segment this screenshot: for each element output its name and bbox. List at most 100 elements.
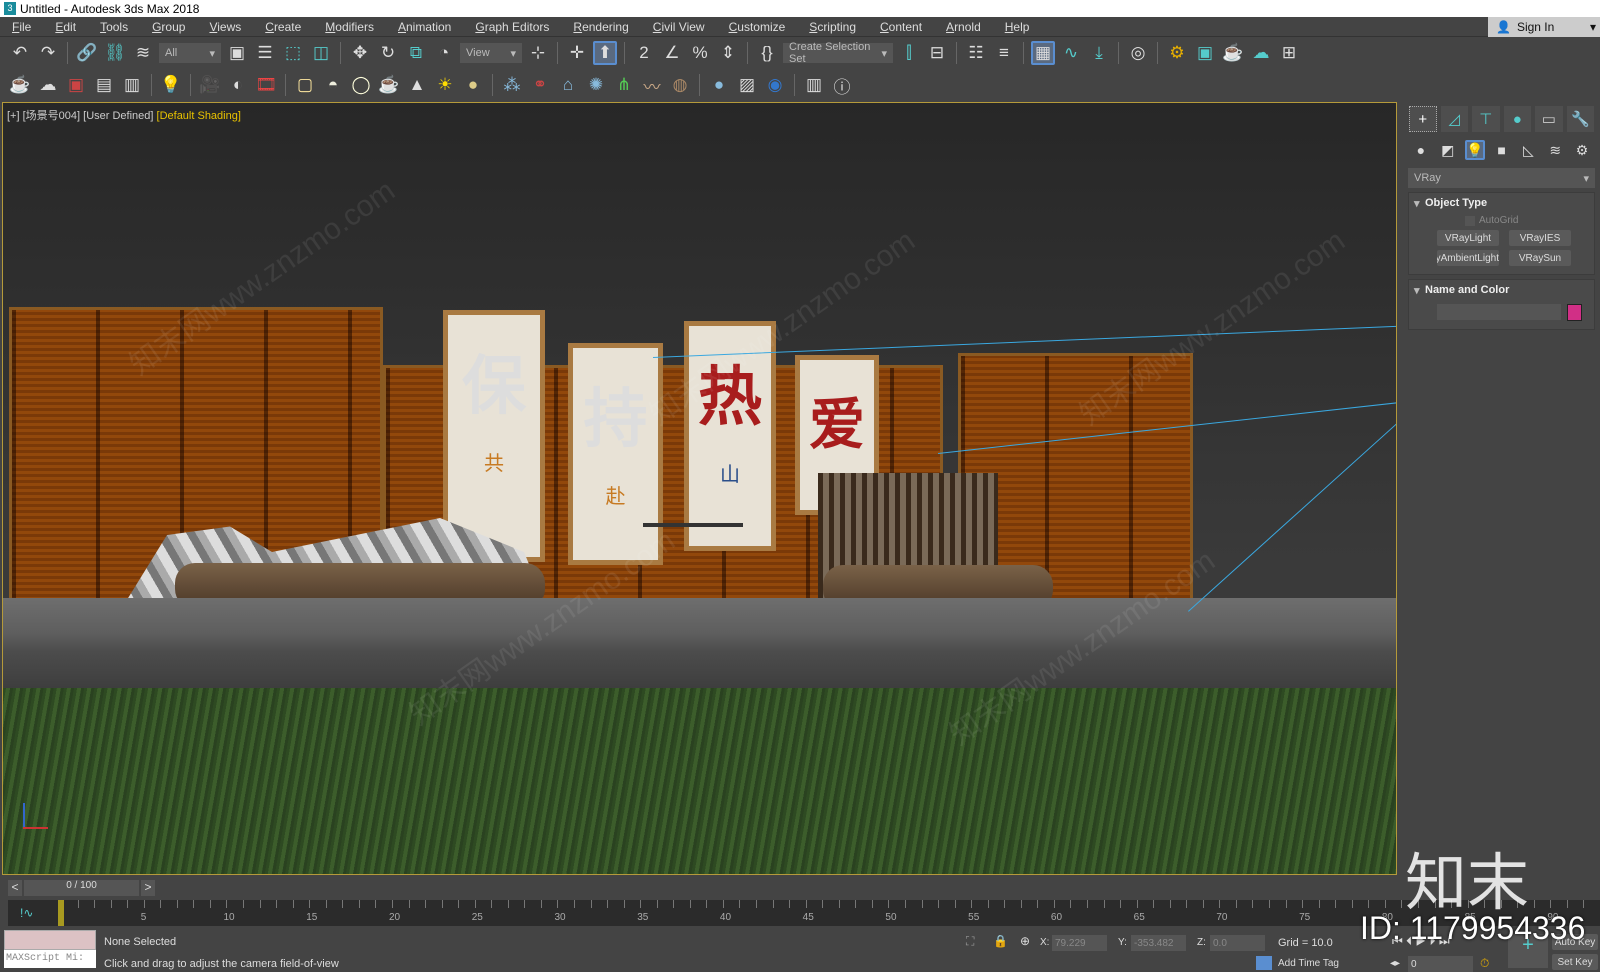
isolate-selection-icon[interactable]: ⛶ [966, 934, 974, 949]
vray-material-icon[interactable]: ● [707, 73, 731, 97]
menu-help[interactable]: Help [993, 20, 1042, 34]
render-setup-icon[interactable]: ⚙ [1165, 41, 1189, 65]
prev-frame-button[interactable]: < [8, 880, 22, 896]
motion-tab-icon[interactable]: ● [1503, 106, 1532, 132]
vray-proxy-icon[interactable]: ⁂ [500, 73, 524, 97]
add-time-tag-button[interactable]: Add Time Tag [1278, 958, 1339, 969]
vray-ies-icon[interactable]: ▲ [405, 73, 429, 97]
curve-editor-icon[interactable]: ∿ [1059, 41, 1083, 65]
vray-particle-icon[interactable]: ✺ [584, 73, 608, 97]
z-coordinate-field[interactable]: 0.0 [1210, 935, 1265, 951]
time-slider[interactable]: < 0 / 100 > [8, 880, 1398, 896]
geometry-icon[interactable]: ● [1411, 140, 1431, 160]
object-name-input[interactable] [1437, 304, 1561, 320]
list-panel-icon[interactable]: ▤ [92, 73, 116, 97]
redo-icon[interactable]: ↷ [36, 41, 60, 65]
vray-grass-icon[interactable]: ⋔ [612, 73, 636, 97]
cameras-icon[interactable]: ■ [1492, 140, 1512, 160]
keyboard-shortcut-override-icon[interactable]: ⬆ [593, 41, 617, 65]
vray-decal-icon[interactable]: ◍ [668, 73, 692, 97]
vrayambientlight-button[interactable]: VRayAmbientLight [1437, 250, 1499, 266]
menu-graph-editors[interactable]: Graph Editors [463, 20, 561, 34]
menu-modifiers[interactable]: Modifiers [313, 20, 386, 34]
time-tag-icon[interactable] [1256, 956, 1272, 970]
named-selection-set-dropdown[interactable]: Create Selection Set ▾ [783, 41, 893, 65]
menu-file[interactable]: File [0, 20, 43, 34]
settings-panel-icon[interactable]: ▥ [120, 73, 144, 97]
toggle-ribbon-icon[interactable]: ▦ [1031, 41, 1055, 65]
viewport-view-label[interactable]: [User Defined] [83, 110, 153, 122]
select-object-icon[interactable]: ▣ [225, 41, 249, 65]
vray-mesh-light-icon[interactable]: ☕ [377, 73, 401, 97]
object-color-swatch[interactable] [1567, 304, 1582, 321]
snaps-toggle-icon[interactable]: 2 [632, 41, 656, 65]
bind-space-warp-icon[interactable]: ≋ [131, 41, 155, 65]
placement-icon[interactable]: ◔ [432, 41, 456, 65]
select-manipulate-icon[interactable]: ✛ [565, 41, 589, 65]
set-key-button[interactable]: Set Key [1552, 954, 1598, 970]
physical-camera-icon[interactable]: ◐ [226, 73, 250, 97]
light-lister-icon[interactable]: 💡 [159, 73, 183, 97]
time-slider-thumb[interactable]: 0 / 100 [24, 880, 139, 896]
autogrid-checkbox[interactable]: AutoGrid [1413, 209, 1590, 230]
vray-export-icon[interactable]: ▥ [802, 73, 826, 97]
mirror-icon[interactable]: ⫿ [897, 41, 921, 65]
category-dropdown[interactable]: VRay ▾ [1408, 168, 1595, 188]
viewport-menu-plus[interactable]: [+] [7, 110, 20, 122]
window-crossing-icon[interactable]: ◫ [309, 41, 333, 65]
time-cursor[interactable] [58, 900, 64, 926]
link-icon[interactable]: 🔗 [75, 41, 99, 65]
menu-customize[interactable]: Customize [717, 20, 798, 34]
camera-icon[interactable]: 🎥 [198, 73, 222, 97]
pivot-center-icon[interactable]: ⊹ [526, 41, 550, 65]
rotate-icon[interactable]: ↻ [376, 41, 400, 65]
y-coordinate-field[interactable]: -353.482 [1131, 935, 1186, 951]
key-mode-icon[interactable]: ◂▸ [1390, 958, 1400, 969]
vray-sphere-light-icon[interactable]: ◯ [349, 73, 373, 97]
vray-scene-converter-icon[interactable]: ▨ [735, 73, 759, 97]
rollout-title[interactable]: Object Type [1413, 197, 1590, 210]
menu-arnold[interactable]: Arnold [934, 20, 993, 34]
angle-snap-icon[interactable]: ∠ [660, 41, 684, 65]
curve-editor-mini-icon[interactable]: !∿ [20, 906, 33, 920]
space-warps-icon[interactable]: ≋ [1545, 140, 1565, 160]
spinner-snap-icon[interactable]: ⇕ [716, 41, 740, 65]
viewport-layout-icon[interactable]: ⊞ [1277, 41, 1301, 65]
menu-scripting[interactable]: Scripting [797, 20, 868, 34]
reference-coordinate-dropdown[interactable]: View ▾ [460, 43, 522, 63]
layer-explorer-icon[interactable]: ≡ [992, 41, 1016, 65]
viewport-camera-label[interactable]: [场景号004] [23, 110, 80, 122]
cloud-icon[interactable]: ☁ [36, 73, 60, 97]
edit-named-selection-icon[interactable]: {} [755, 41, 779, 65]
modify-tab-icon[interactable]: ◿ [1440, 106, 1469, 132]
shapes-icon[interactable]: ◩ [1438, 140, 1458, 160]
vray-plane-light-icon[interactable]: ▢ [293, 73, 317, 97]
vraylight-button[interactable]: VRayLight [1437, 230, 1499, 246]
undo-icon[interactable]: ↶ [8, 41, 32, 65]
frame-buffer-icon[interactable]: ▣ [64, 73, 88, 97]
render-cloud-icon[interactable]: ☁ [1249, 41, 1273, 65]
absolute-mode-icon[interactable]: ⊕ [1020, 934, 1030, 948]
scale-icon[interactable]: ⧉ [404, 41, 428, 65]
hierarchy-tab-icon[interactable]: ⊤ [1472, 106, 1500, 132]
viewport[interactable]: [+] [场景号004] [User Defined] [Default Sha… [2, 102, 1397, 875]
vray-sphere-fade-icon[interactable]: ◉ [763, 73, 787, 97]
rollout-title[interactable]: Name and Color [1413, 284, 1590, 297]
vray-sun-icon[interactable]: ☀ [433, 73, 457, 97]
vrayies-button[interactable]: VRayIES [1509, 230, 1571, 246]
display-tab-icon[interactable]: ▭ [1535, 106, 1563, 132]
menu-animation[interactable]: Animation [386, 20, 463, 34]
scene-explorer-icon[interactable]: ☷ [964, 41, 988, 65]
teapot-icon[interactable]: ☕ [8, 73, 32, 97]
help-icon[interactable]: ⓘ [830, 73, 854, 97]
selection-lock-icon[interactable]: 🔒 [993, 934, 1008, 948]
rectangular-selection-icon[interactable]: ⬚ [281, 41, 305, 65]
vray-dome-light-icon[interactable]: ◓ [321, 73, 345, 97]
create-tab-icon[interactable]: + [1409, 106, 1437, 132]
vray-ambient-light-icon[interactable]: ● [461, 73, 485, 97]
menu-views[interactable]: Views [197, 20, 253, 34]
rendered-frame-window-icon[interactable]: ▣ [1193, 41, 1217, 65]
material-editor-icon[interactable]: ◎ [1126, 41, 1150, 65]
menu-content[interactable]: Content [868, 20, 934, 34]
current-frame-field[interactable]: 0 [1408, 956, 1473, 972]
